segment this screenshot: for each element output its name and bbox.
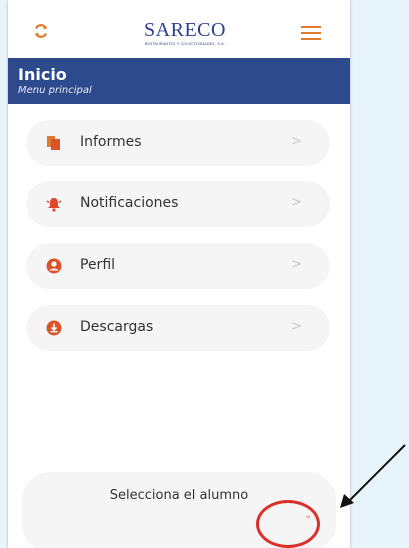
annotation-arrow [340, 444, 406, 508]
